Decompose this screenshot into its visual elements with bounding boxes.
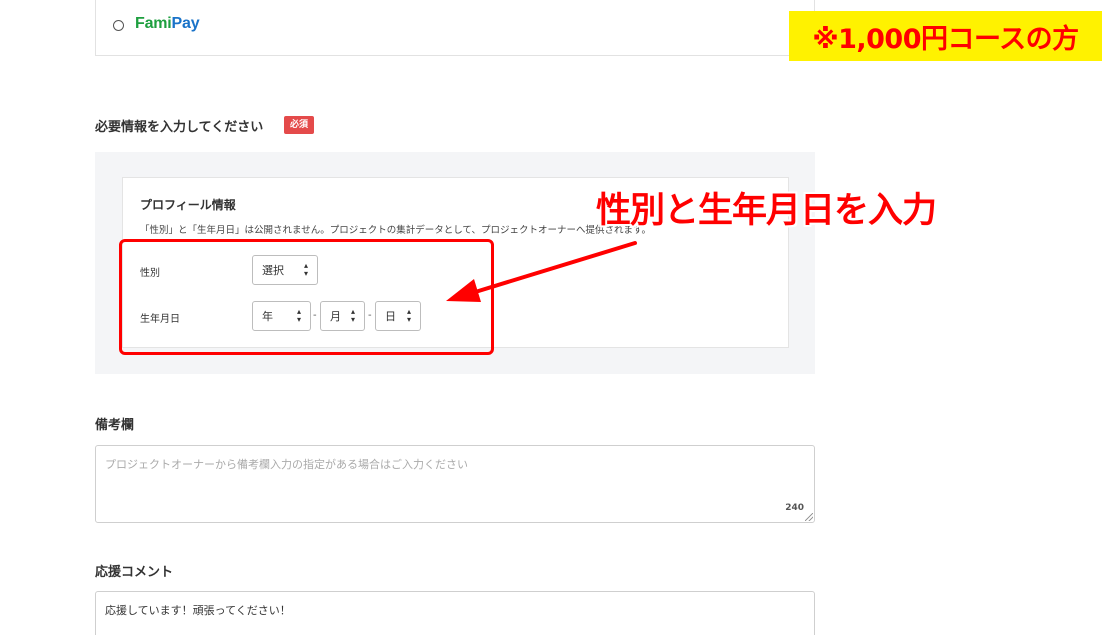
course-banner: ※1,000円コースの方	[789, 11, 1102, 61]
profile-note: 「性別」と「生年月日」は公開されません。プロジェクトの集計データとして、プロジェ…	[140, 225, 652, 236]
required-badge: 必須	[284, 116, 315, 134]
payment-option-famipay[interactable]: FamiPay	[95, 0, 815, 56]
remarks-textarea[interactable]: プロジェクトオーナーから備考欄入力の指定がある場合はご入力ください 240	[95, 445, 815, 523]
comment-textarea[interactable]: 応援しています！頑張ってください！	[95, 591, 815, 635]
resize-grip-icon[interactable]	[805, 513, 813, 521]
remarks-title: 備考欄	[95, 418, 135, 433]
famipay-logo: FamiPay	[135, 15, 200, 32]
annotation-text: 性別と生年月日を入力	[596, 191, 937, 231]
comment-value: 応援しています！頑張ってください！	[105, 604, 291, 617]
required-info-heading: 必要情報を入力してください	[95, 120, 264, 135]
profile-title: プロフィール情報	[140, 198, 236, 212]
radio-icon[interactable]	[113, 20, 124, 31]
comment-title: 応援コメント	[95, 565, 174, 580]
remarks-placeholder: プロジェクトオーナーから備考欄入力の指定がある場合はご入力ください	[105, 458, 468, 471]
remarks-char-count: 240	[785, 503, 804, 513]
annotation-highlight-frame	[119, 239, 494, 355]
